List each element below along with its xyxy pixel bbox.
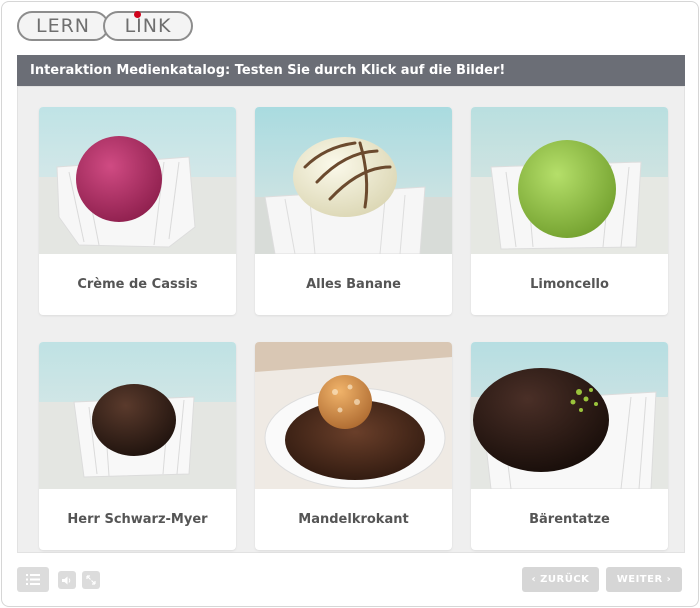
dark-praline-pistachio-photo[interactable]	[471, 342, 668, 489]
catalog-card-limoncello[interactable]: Limoncello	[471, 107, 668, 315]
logo-dot	[134, 11, 141, 18]
catalog-card-herr-schwarz-myer[interactable]: Herr Schwarz-Myer	[39, 342, 236, 550]
sound-button[interactable]	[58, 571, 76, 589]
fullscreen-button[interactable]	[82, 571, 100, 589]
page-title: Interaktion Medienkatalog: Testen Sie du…	[17, 55, 685, 86]
catalog-card-label: Herr Schwarz-Myer	[67, 512, 208, 527]
almond-brittle-praline-photo[interactable]	[255, 342, 452, 489]
catalog-card-alles-banane[interactable]: Alles Banane	[255, 107, 452, 315]
white-chocolate-praline-photo[interactable]	[255, 107, 452, 254]
catalog-card-label: Alles Banane	[306, 277, 401, 292]
catalog-card-label: Limoncello	[530, 277, 609, 292]
speaker-icon	[62, 576, 71, 584]
pink-praline-photo[interactable]	[39, 107, 236, 254]
catalog-card-mandelkrokant[interactable]: Mandelkrokant	[255, 342, 452, 550]
back-button-label: ZURÜCK	[540, 574, 590, 585]
catalog-card-baerentatze[interactable]: Bärentatze	[471, 342, 668, 550]
green-sugar-praline-photo[interactable]	[471, 107, 668, 254]
next-button[interactable]: WEITER ›	[606, 567, 682, 592]
lernlink-logo: LERN LINK	[17, 11, 193, 41]
catalog-card-label: Bärentatze	[529, 512, 610, 527]
back-button[interactable]: ‹ ZURÜCK	[522, 567, 599, 592]
media-catalog-grid: Crème de Cassis Alles Banane Limoncello …	[17, 86, 685, 553]
catalog-card-label: Crème de Cassis	[77, 277, 198, 292]
expand-icon	[86, 575, 96, 585]
dark-chocolate-praline-photo[interactable]	[39, 342, 236, 489]
catalog-card-label: Mandelkrokant	[298, 512, 409, 527]
chevron-left-icon: ‹	[531, 574, 541, 585]
menu-button[interactable]	[17, 567, 49, 592]
list-icon	[26, 574, 40, 585]
next-button-label: WEITER	[616, 574, 663, 585]
chevron-right-icon: ›	[662, 574, 672, 585]
logo-right-part: LINK	[103, 11, 193, 41]
catalog-card-creme-de-cassis[interactable]: Crème de Cassis	[39, 107, 236, 315]
logo-left-part: LERN	[17, 11, 109, 41]
